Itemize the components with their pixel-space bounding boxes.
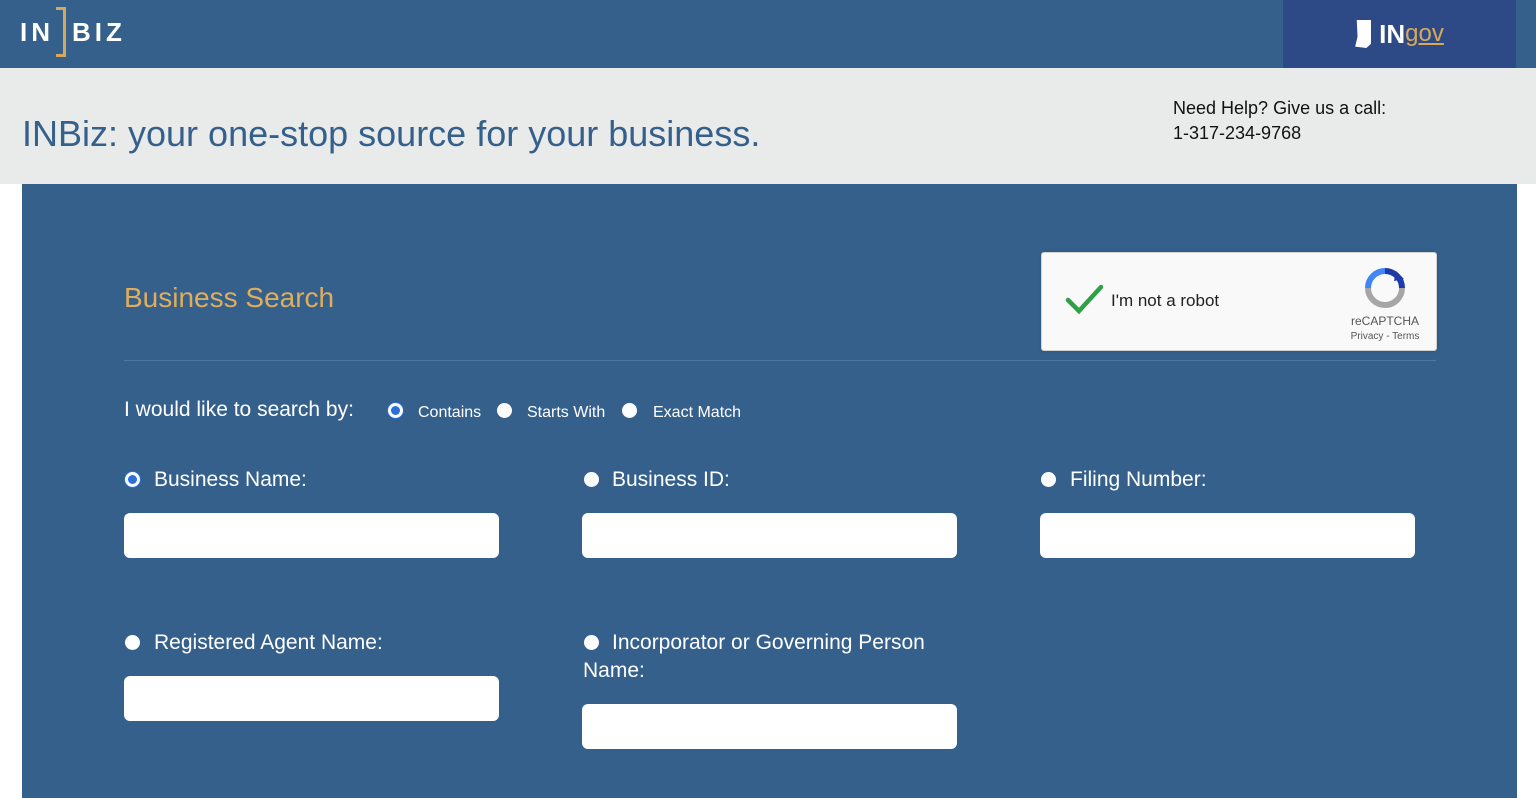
- incorporator-input[interactable]: [582, 704, 957, 749]
- radio-starts-with-label[interactable]: Starts With: [527, 404, 605, 422]
- incorporator-label-line1[interactable]: Incorporator or Governing Person: [612, 631, 925, 655]
- radio-exact-match-label[interactable]: Exact Match: [653, 404, 741, 422]
- logo-bracket-icon: [56, 7, 66, 57]
- registered-agent-label[interactable]: Registered Agent Name:: [154, 631, 383, 655]
- radio-contains[interactable]: [388, 403, 403, 418]
- logo-in-text: IN: [20, 16, 54, 47]
- recaptcha-links[interactable]: Privacy - Terms: [1342, 331, 1428, 342]
- logo-biz-text: BIZ: [72, 16, 126, 47]
- radio-exact-match[interactable]: [622, 403, 637, 418]
- recaptcha-brand: reCAPTCHA: [1350, 314, 1419, 328]
- checkmark-icon[interactable]: [1064, 279, 1104, 319]
- search-mode-label: I would like to search by:: [124, 398, 354, 421]
- filing-number-input[interactable]: [1040, 513, 1415, 558]
- business-id-input[interactable]: [582, 513, 957, 558]
- radio-business-name[interactable]: [125, 472, 140, 487]
- incorporator-label-line2[interactable]: Name:: [583, 659, 645, 683]
- inbiz-logo[interactable]: IN BIZ: [20, 6, 126, 58]
- recaptcha-logo-icon: [1365, 268, 1405, 308]
- business-id-label[interactable]: Business ID:: [612, 468, 730, 492]
- radio-incorporator[interactable]: [584, 635, 599, 650]
- help-contact: Need Help? Give us a call: 1-317-234-976…: [1173, 96, 1386, 146]
- ingov-in-text: IN: [1379, 18, 1406, 49]
- indiana-state-icon: [1355, 20, 1372, 48]
- page-title: Business Search: [124, 282, 335, 313]
- business-name-input[interactable]: [124, 513, 499, 558]
- radio-filing-number[interactable]: [1041, 472, 1056, 487]
- ingov-logo[interactable]: IN gov: [1283, 0, 1516, 68]
- recaptcha-label: I'm not a robot: [1111, 291, 1220, 310]
- top-bar: IN BIZ IN gov: [0, 0, 1536, 68]
- help-text: Need Help? Give us a call:: [1173, 98, 1387, 118]
- radio-business-id[interactable]: [584, 472, 599, 487]
- recaptcha-widget[interactable]: I'm not a robot reCAPTCHA Privacy - Term…: [1041, 252, 1437, 351]
- registered-agent-input[interactable]: [124, 676, 499, 721]
- page-tagline: INBiz: your one-stop source for your bus…: [22, 113, 761, 154]
- radio-registered-agent[interactable]: [125, 635, 140, 650]
- divider: [124, 360, 1436, 361]
- radio-starts-with[interactable]: [497, 403, 512, 418]
- filing-number-label[interactable]: Filing Number:: [1070, 468, 1207, 492]
- business-name-label[interactable]: Business Name:: [154, 468, 307, 492]
- help-phone[interactable]: 1-317-234-9768: [1173, 121, 1386, 146]
- ingov-gov-text: gov: [1405, 20, 1444, 47]
- radio-contains-label[interactable]: Contains: [418, 404, 481, 422]
